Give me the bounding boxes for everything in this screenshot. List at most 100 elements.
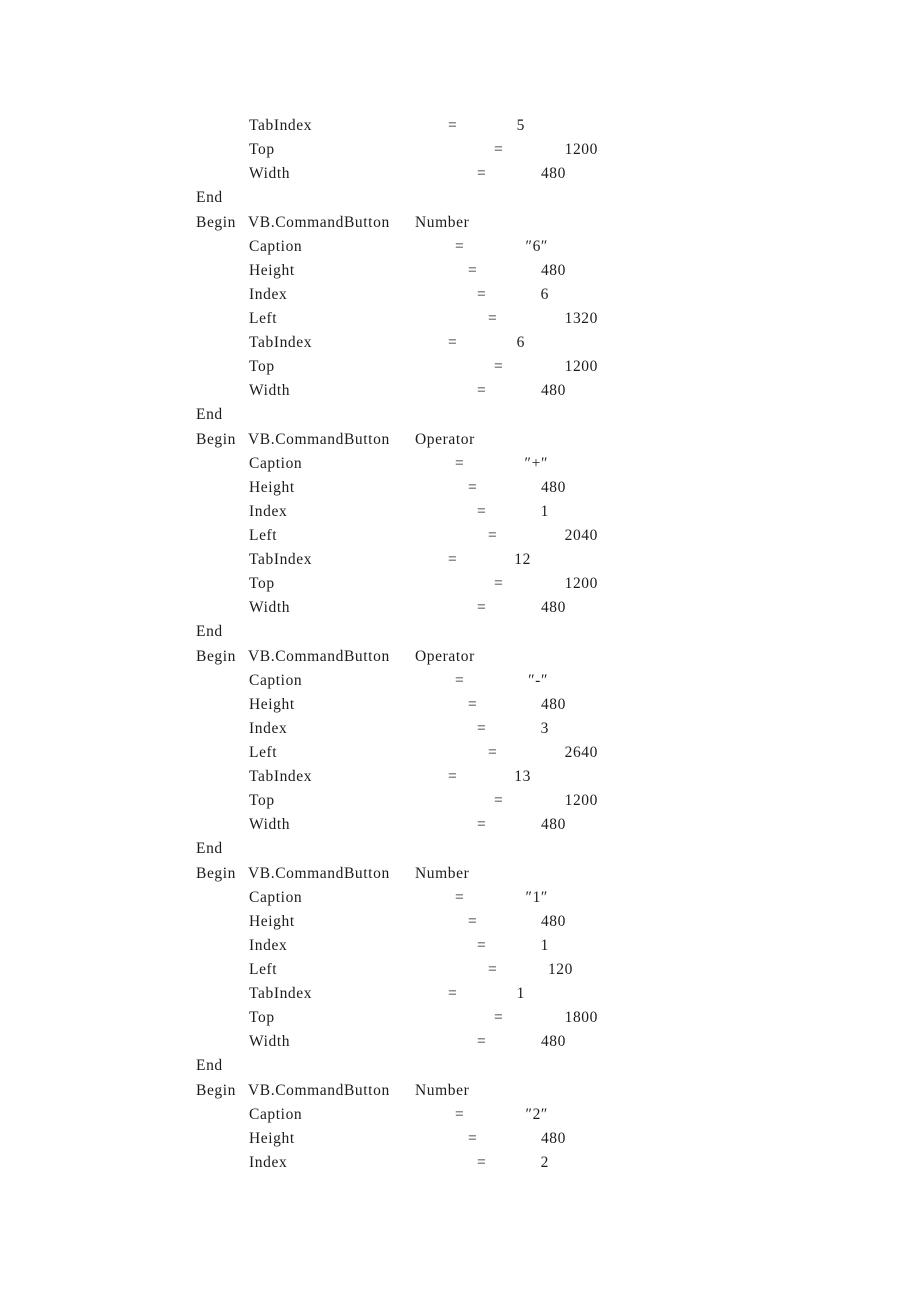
equals-sign: = — [488, 310, 497, 327]
equals-sign: = — [477, 503, 486, 520]
property-value: 1200 — [564, 792, 598, 809]
property-value: 480 — [540, 599, 566, 616]
code-line-property: TabIndex = 5 — [0, 114, 920, 138]
property-value: 1320 — [564, 310, 598, 327]
code-line-property: Index = 3 — [0, 717, 920, 741]
control-class-name: VB.CommandButton — [248, 648, 390, 665]
equals-sign: = — [477, 1033, 486, 1050]
property-name: Caption — [249, 889, 303, 906]
property-name: TabIndex — [249, 768, 313, 785]
equals-sign: = — [477, 937, 486, 954]
property-value: 1800 — [564, 1009, 598, 1026]
property-name: Top — [249, 141, 275, 158]
code-line-property: Top = 1800 — [0, 1006, 920, 1030]
property-value: ″-″ — [528, 672, 548, 689]
property-name: TabIndex — [249, 117, 313, 134]
property-value: ″1″ — [525, 889, 548, 906]
property-value: 5 — [516, 117, 525, 134]
equals-sign: = — [494, 358, 503, 375]
keyword-end: End — [196, 623, 223, 640]
property-name: Top — [249, 575, 275, 592]
property-name: Caption — [249, 1106, 303, 1123]
property-value: ″+″ — [524, 455, 548, 472]
property-name: Width — [249, 816, 291, 833]
code-line-property: Width = 480 — [0, 1030, 920, 1054]
code-line-begin: Begin VB.CommandButton Operator — [0, 645, 920, 669]
control-class-name: VB.CommandButton — [248, 1082, 390, 1099]
code-line-property: Height = 480 — [0, 1127, 920, 1151]
keyword-end: End — [196, 1057, 223, 1074]
code-line-property: Height = 480 — [0, 476, 920, 500]
code-line-property: Width = 480 — [0, 379, 920, 403]
code-line-property: Height = 480 — [0, 693, 920, 717]
code-line-property: Width = 480 — [0, 813, 920, 837]
code-line-property: Caption = ″1″ — [0, 886, 920, 910]
property-value: 480 — [540, 262, 566, 279]
code-line-property: Index = 6 — [0, 283, 920, 307]
equals-sign: = — [448, 551, 457, 568]
equals-sign: = — [494, 1009, 503, 1026]
property-name: Height — [249, 262, 295, 279]
code-line-begin: Begin VB.CommandButton Number — [0, 862, 920, 886]
code-line-property: TabIndex = 6 — [0, 331, 920, 355]
equals-sign: = — [488, 744, 497, 761]
equals-sign: = — [448, 985, 457, 1002]
equals-sign: = — [455, 1106, 464, 1123]
equals-sign: = — [494, 141, 503, 158]
property-value: 1200 — [564, 575, 598, 592]
equals-sign: = — [468, 913, 477, 930]
property-name: Index — [249, 286, 288, 303]
code-line-property: TabIndex = 13 — [0, 765, 920, 789]
property-name: Height — [249, 1130, 295, 1147]
property-name: Left — [249, 744, 278, 761]
code-line-end: End — [0, 620, 920, 644]
code-line-property: Height = 480 — [0, 910, 920, 934]
property-name: Top — [249, 1009, 275, 1026]
equals-sign: = — [468, 1130, 477, 1147]
equals-sign: = — [468, 479, 477, 496]
property-value: 6 — [540, 286, 549, 303]
code-line-property: Caption = ″-″ — [0, 669, 920, 693]
property-value: 480 — [540, 696, 566, 713]
property-name: Caption — [249, 672, 303, 689]
property-value: ″6″ — [525, 238, 548, 255]
property-name: Caption — [249, 455, 303, 472]
code-line-property: Left = 1320 — [0, 307, 920, 331]
equals-sign: = — [455, 455, 464, 472]
equals-sign: = — [488, 527, 497, 544]
property-value: 480 — [540, 1130, 566, 1147]
code-line-property: TabIndex = 12 — [0, 548, 920, 572]
equals-sign: = — [455, 672, 464, 689]
code-line-end: End — [0, 186, 920, 210]
property-name: Left — [249, 527, 278, 544]
keyword-end: End — [196, 840, 223, 857]
property-value: 13 — [514, 768, 531, 785]
code-line-property: Top = 1200 — [0, 789, 920, 813]
control-class-name: VB.CommandButton — [248, 214, 390, 231]
keyword-end: End — [196, 406, 223, 423]
property-value: ″2″ — [525, 1106, 548, 1123]
code-line-property: Left = 2040 — [0, 524, 920, 548]
property-name: Height — [249, 479, 295, 496]
code-line-begin: Begin VB.CommandButton Number — [0, 211, 920, 235]
code-line-begin: Begin VB.CommandButton Number — [0, 1079, 920, 1103]
equals-sign: = — [468, 262, 477, 279]
control-instance-name: Number — [415, 1082, 470, 1099]
keyword-begin: Begin — [196, 648, 237, 665]
property-name: Index — [249, 937, 288, 954]
equals-sign: = — [494, 792, 503, 809]
property-name: Top — [249, 358, 275, 375]
property-value: 1 — [540, 937, 549, 954]
property-value: 480 — [540, 913, 566, 930]
property-value: 480 — [540, 382, 566, 399]
code-line-property: Index = 1 — [0, 934, 920, 958]
keyword-begin: Begin — [196, 1082, 237, 1099]
equals-sign: = — [477, 720, 486, 737]
code-line-property: Caption = ″6″ — [0, 235, 920, 259]
equals-sign: = — [477, 599, 486, 616]
property-name: Caption — [249, 238, 303, 255]
control-instance-name: Number — [415, 214, 470, 231]
code-line-property: Left = 120 — [0, 958, 920, 982]
control-class-name: VB.CommandButton — [248, 865, 390, 882]
property-name: Index — [249, 720, 288, 737]
